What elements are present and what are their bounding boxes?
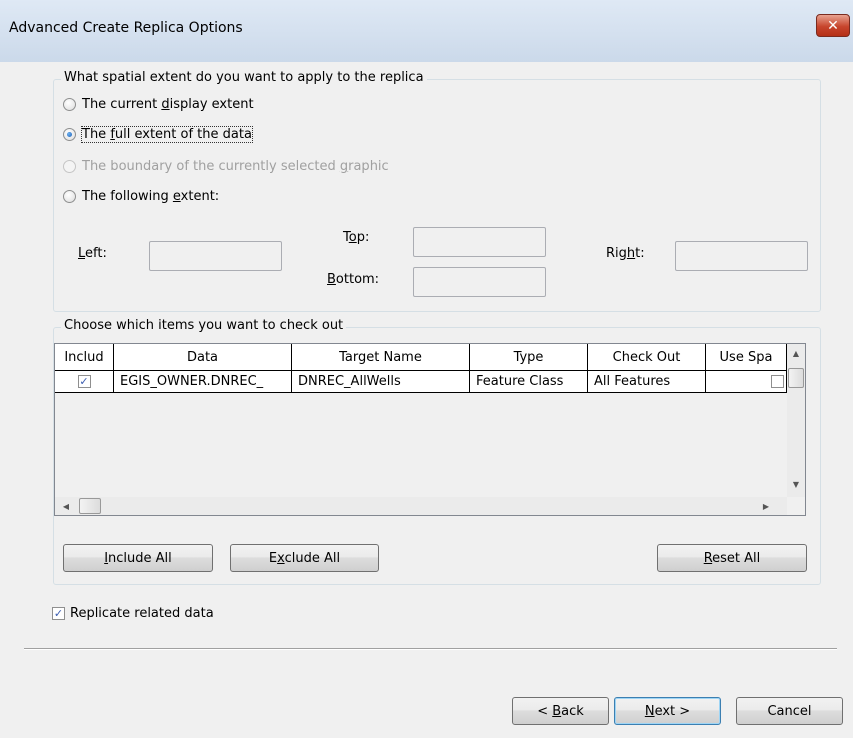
spatial-extent-group-label: What spatial extent do you want to apply… — [61, 70, 427, 85]
reset-all-button[interactable]: Reset All — [657, 544, 807, 572]
column-header-use-spatial[interactable]: Use Spa — [706, 344, 787, 371]
scroll-down-icon[interactable]: ▼ — [787, 475, 805, 493]
horizontal-scrollbar[interactable]: ◀ ▶ — [55, 497, 787, 515]
back-label: < Back — [537, 703, 584, 719]
vertical-scrollbar[interactable]: ▲ ▼ — [787, 344, 805, 497]
column-header-type[interactable]: Type — [470, 344, 588, 371]
replicate-related-data-checkbox-row[interactable]: ✓ Replicate related data — [52, 606, 214, 621]
check-icon: ✓ — [79, 375, 89, 388]
include-all-label: Include All — [104, 550, 172, 566]
vertical-scroll-thumb[interactable] — [788, 368, 804, 388]
next-label: Next > — [644, 703, 691, 719]
footer-separator — [24, 648, 837, 650]
check-icon: ✓ — [53, 607, 64, 620]
radio-label: The boundary of the currently selected g… — [82, 159, 389, 174]
check-out-items-group-label: Choose which items you want to check out — [61, 318, 347, 333]
target-name-cell[interactable]: DNREC_AllWells — [292, 371, 470, 393]
use-spatial-checkbox[interactable] — [771, 375, 784, 388]
type-cell[interactable]: Feature Class — [470, 371, 588, 393]
include-cell[interactable]: ✓ — [55, 371, 114, 393]
cancel-button[interactable]: Cancel — [736, 697, 843, 725]
next-button[interactable]: Next > — [614, 697, 721, 725]
radio-current-display-extent[interactable]: The current display extent — [63, 97, 254, 112]
grid-header: Includ Data Target Name Type Check Out U… — [55, 344, 787, 371]
table-row[interactable]: ✓ EGIS_OWNER.DNREC_ DNREC_AllWells Featu… — [55, 371, 787, 393]
radio-full-extent-of-data[interactable]: The full extent of the data — [63, 126, 253, 143]
radio-label: The following extent: — [82, 189, 220, 204]
bottom-label: Bottom: — [327, 272, 380, 287]
column-header-include[interactable]: Includ — [55, 344, 114, 371]
use-spatial-cell[interactable] — [706, 371, 787, 393]
cancel-label: Cancel — [767, 703, 812, 719]
replicate-related-data-label: Replicate related data — [70, 606, 214, 621]
right-input[interactable] — [675, 241, 808, 271]
include-all-button[interactable]: Include All — [63, 544, 213, 572]
horizontal-scroll-thumb[interactable] — [79, 498, 101, 514]
replicate-related-data-checkbox[interactable]: ✓ — [52, 607, 65, 620]
data-cell[interactable]: EGIS_OWNER.DNREC_ — [114, 371, 292, 393]
radio-label: The full extent of the data — [81, 126, 253, 143]
close-icon: ✕ — [827, 17, 839, 34]
left-label: Left: — [78, 246, 107, 261]
top-input[interactable] — [413, 227, 546, 257]
left-input[interactable] — [149, 241, 282, 271]
scroll-right-icon[interactable]: ▶ — [757, 497, 775, 515]
radio-label: The current display extent — [82, 97, 254, 112]
radio-button[interactable] — [63, 190, 76, 203]
title-bar: Advanced Create Replica Options ✕ — [0, 0, 853, 62]
exclude-all-label: Exclude All — [268, 550, 341, 566]
close-button[interactable]: ✕ — [816, 14, 850, 37]
column-header-target-name[interactable]: Target Name — [292, 344, 470, 371]
reset-all-label: Reset All — [703, 550, 761, 566]
radio-button[interactable] — [63, 98, 76, 111]
column-header-data[interactable]: Data — [114, 344, 292, 371]
items-grid[interactable]: Includ Data Target Name Type Check Out U… — [54, 343, 806, 516]
radio-button-disabled — [63, 160, 76, 173]
back-button[interactable]: < Back — [512, 697, 609, 725]
window-title: Advanced Create Replica Options — [9, 20, 243, 36]
exclude-all-button[interactable]: Exclude All — [230, 544, 379, 572]
include-checkbox[interactable]: ✓ — [77, 375, 91, 388]
column-header-check-out[interactable]: Check Out — [588, 344, 706, 371]
top-label: Top: — [343, 230, 370, 245]
radio-following-extent[interactable]: The following extent: — [63, 189, 219, 204]
bottom-input[interactable] — [413, 267, 546, 297]
radio-button-selected[interactable] — [63, 128, 76, 141]
scroll-left-icon[interactable]: ◀ — [57, 497, 75, 515]
right-label: Right: — [606, 246, 645, 261]
check-out-cell[interactable]: All Features — [588, 371, 706, 393]
scroll-up-icon[interactable]: ▲ — [787, 344, 805, 362]
radio-selected-graphic-boundary: The boundary of the currently selected g… — [63, 159, 389, 174]
